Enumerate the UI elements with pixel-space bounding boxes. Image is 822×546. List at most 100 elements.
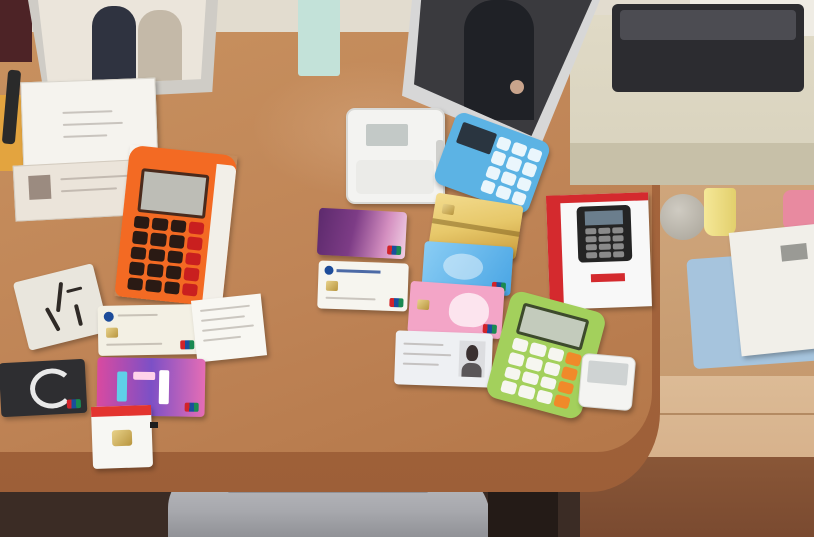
small-white-device — [577, 352, 637, 412]
keypad-key — [148, 248, 165, 263]
box-window — [780, 243, 808, 262]
keypad-key — [556, 379, 575, 396]
keypad-key — [560, 365, 579, 381]
card-stripe — [431, 218, 520, 237]
text-line — [203, 335, 242, 342]
keypad-key — [500, 170, 518, 187]
text-line — [62, 110, 113, 114]
white-pos-terminal — [346, 108, 445, 204]
keypad-key — [183, 267, 200, 282]
keypad-key — [599, 243, 611, 250]
bank-card-white — [317, 260, 409, 312]
card-network-logo — [66, 399, 82, 409]
keypad-key — [598, 235, 611, 242]
keypad-key — [163, 280, 180, 295]
passport-photo — [28, 174, 52, 200]
keypad-key — [539, 375, 557, 391]
keypad-key — [181, 282, 199, 297]
card-network-logo — [386, 245, 402, 256]
keypad-key — [529, 341, 547, 358]
device-screen — [586, 360, 629, 386]
keypad-key — [127, 276, 144, 291]
card-network-logo — [389, 297, 404, 308]
box-label — [590, 273, 626, 283]
black-device-stack — [612, 4, 804, 92]
keypad-key — [150, 232, 167, 247]
card-graphic — [116, 371, 128, 402]
card-cartoon — [447, 291, 491, 329]
framed-photo-left — [38, 0, 206, 86]
keypad-key — [145, 278, 162, 293]
terminal-base — [356, 160, 434, 194]
keypad-key — [515, 175, 533, 192]
keypad-key — [495, 136, 513, 153]
card-pattern — [442, 252, 484, 282]
keypad-key — [495, 184, 512, 201]
keypad-key — [130, 246, 147, 261]
keypad-key — [598, 227, 611, 234]
teal-box — [298, 0, 340, 76]
keypad-key — [507, 351, 526, 367]
text-line — [403, 342, 444, 346]
keypad-key — [585, 244, 598, 251]
keypad-key — [165, 265, 182, 280]
keypad-key — [564, 351, 583, 367]
keypad-key — [585, 236, 598, 243]
keypad-key — [552, 394, 571, 410]
paper-slip — [190, 293, 268, 363]
keypad-key — [510, 141, 528, 158]
beige-box-front — [570, 143, 814, 185]
terminal-screen — [366, 124, 408, 146]
text-line — [200, 315, 245, 322]
calligraphy-stroke — [66, 286, 83, 294]
calligraphy-stroke — [55, 281, 64, 313]
bank-logo — [324, 265, 334, 275]
keypad-key — [517, 384, 536, 401]
card-number-line — [106, 342, 163, 346]
card-chip — [416, 299, 430, 311]
keypad-key — [542, 360, 561, 377]
bank-card-black — [0, 358, 88, 418]
id-card — [394, 330, 493, 388]
keypad-key — [612, 251, 625, 258]
keypad-key — [186, 236, 203, 251]
keypad-key — [485, 164, 502, 181]
text-line — [60, 174, 131, 181]
text-line — [403, 352, 452, 357]
black-device-lid — [620, 10, 796, 40]
sim-card-holder — [90, 404, 154, 470]
pos-product-box — [546, 192, 652, 310]
keypad-key — [535, 389, 554, 405]
calligraphy-stroke — [73, 303, 84, 327]
keypad-key — [131, 230, 149, 245]
keypad-key — [526, 147, 543, 164]
keypad-key — [169, 219, 187, 234]
keypad-key — [505, 155, 523, 172]
keypad — [585, 227, 625, 259]
keypad-key — [520, 161, 538, 178]
hand — [510, 80, 524, 94]
small-black-item — [150, 422, 158, 428]
text-line — [199, 304, 250, 312]
person-figure — [138, 10, 182, 86]
card-network-logo — [180, 340, 195, 350]
dark-red-object — [0, 0, 32, 62]
keypad-key — [612, 235, 624, 242]
bank-card-white-left — [97, 304, 201, 356]
keypad-key — [188, 221, 205, 236]
text-line — [60, 187, 118, 193]
keypad-key — [611, 227, 624, 234]
card-chip — [441, 203, 455, 216]
text-line — [402, 362, 439, 366]
bank-name-line — [336, 269, 381, 274]
orange-pos-terminal — [114, 144, 238, 308]
card-graphic — [158, 370, 170, 405]
keypad-key — [546, 346, 565, 362]
terminal-screen — [455, 121, 498, 155]
card-number-line — [325, 296, 376, 301]
keypad-key — [500, 379, 518, 396]
box-red-side — [546, 195, 565, 310]
keypad-key — [511, 337, 530, 353]
yellow-cup — [704, 188, 736, 236]
white-box — [728, 223, 814, 357]
